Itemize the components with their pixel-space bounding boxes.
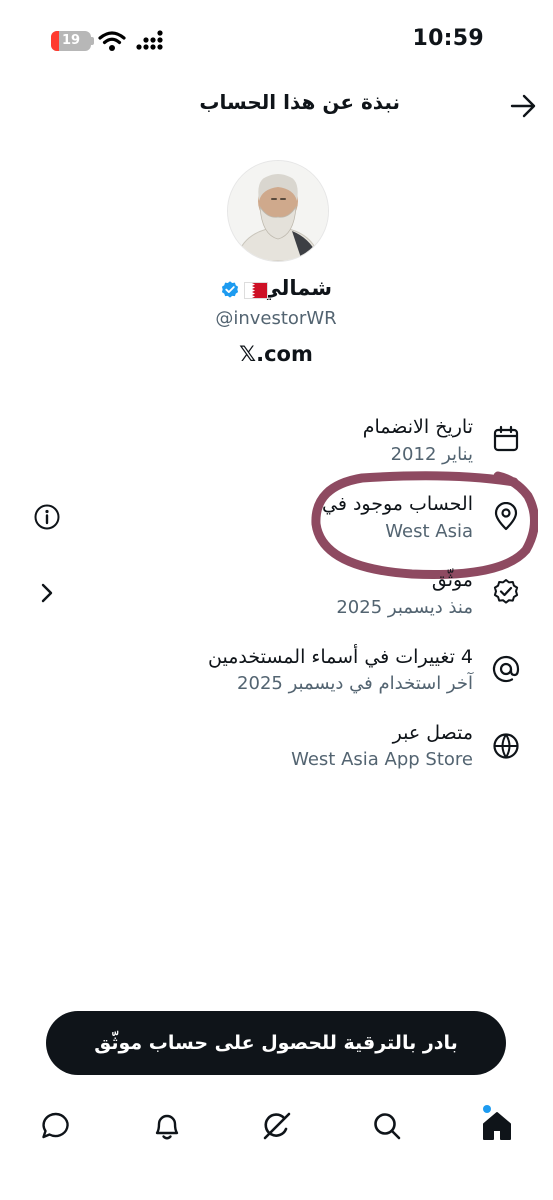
- wifi-icon: [98, 31, 126, 51]
- site-label: 𝕏.com: [239, 342, 313, 366]
- globe-icon: [493, 733, 519, 759]
- cellular-signal-icon: [136, 30, 163, 50]
- upgrade-verified-button[interactable]: بادر بالترقية للحصول على حساب موثّق: [46, 1011, 506, 1075]
- info-icon[interactable]: [32, 502, 62, 532]
- battery-icon: 19: [51, 31, 91, 51]
- status-time: 10:59: [412, 26, 484, 51]
- page-title: نبذة عن هذا الحساب: [199, 90, 400, 114]
- display-name: شمالي: [260, 276, 332, 300]
- home-notification-dot: [483, 1105, 491, 1113]
- row-verified-value: منذ ديسمبر 2025: [336, 597, 473, 618]
- search-icon[interactable]: [369, 1108, 405, 1144]
- avatar-portrait: [228, 161, 328, 261]
- row-joined-value: يناير 2012: [390, 444, 473, 465]
- verified-check-icon: [493, 579, 519, 604]
- at-sign-icon: [492, 655, 520, 683]
- row-username-changes-value: آخر استخدام في ديسمبر 2025: [237, 673, 473, 694]
- calendar-icon: [493, 425, 519, 452]
- home-icon[interactable]: [479, 1108, 515, 1144]
- bahrain-flag-icon: [244, 282, 268, 299]
- battery-level: 19: [61, 33, 81, 48]
- verified-badge-icon[interactable]: [220, 280, 240, 300]
- avatar[interactable]: [227, 160, 329, 262]
- battery-tip: [91, 37, 94, 45]
- row-joined-title: تاريخ الانضمام: [362, 416, 473, 438]
- row-connected-value: West Asia App Store: [291, 749, 473, 770]
- back-arrow-icon[interactable]: [508, 92, 538, 120]
- row-connected-title: متصل عبر: [392, 722, 473, 744]
- row-verified-title: موثّق: [431, 569, 473, 591]
- grok-icon[interactable]: [259, 1108, 295, 1144]
- username-handle: @investorWR: [215, 308, 337, 329]
- row-username-changes-title: 4 تغييرات في أسماء المستخدمين: [208, 646, 473, 668]
- notifications-icon[interactable]: [149, 1108, 185, 1144]
- chevron-right-icon[interactable]: [36, 580, 58, 606]
- messages-icon[interactable]: [38, 1108, 74, 1144]
